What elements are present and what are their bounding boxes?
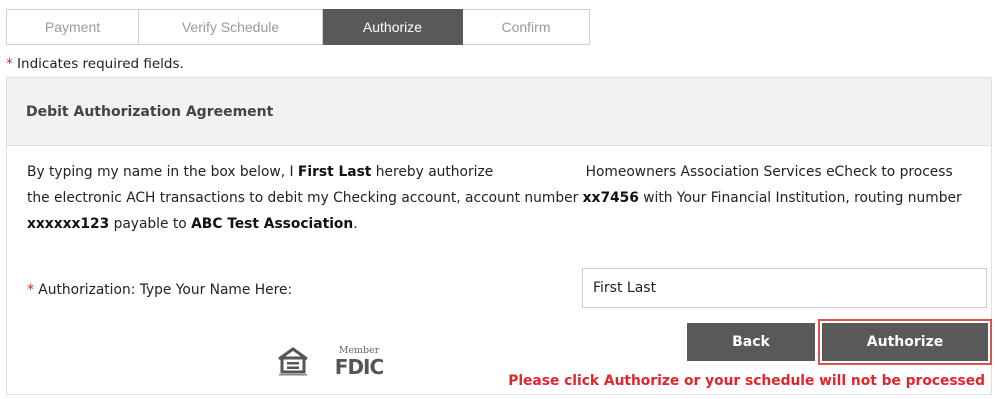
tab-authorize[interactable]: Authorize [323,9,463,45]
agreement-account: xx7456 [582,190,639,206]
agreement-part: payable to [109,216,192,232]
agreement-name: First Last [297,164,372,180]
tab-payment[interactable]: Payment [6,9,139,45]
back-button[interactable]: Back [687,323,815,361]
required-note-text: Indicates required fields. [12,56,184,72]
fdic-logo: Member FDIC [333,346,385,379]
panel-title: Debit Authorization Agreement [7,78,991,146]
authorize-button[interactable]: Authorize [822,323,988,361]
authorize-button-highlight: Authorize [818,319,992,365]
agreement-payee: ABC Test Association [191,216,354,232]
equal-housing-lender-icon [278,347,308,376]
required-fields-note: * Indicates required fields. [6,56,184,72]
agreement-company: Homeowners Association Services [585,164,822,180]
authorization-panel: Debit Authorization Agreement By typing … [6,77,992,395]
authorize-warning: Please click Authorize or your schedule … [508,373,985,389]
authorization-label: * Authorization: Type Your Name Here: [27,282,292,298]
agreement-part: with Your Financial Institution, routing… [638,190,962,206]
required-star: * [27,282,34,298]
required-star: * [6,56,13,72]
fdic-text: FDIC [334,355,384,379]
tab-verify-schedule[interactable]: Verify Schedule [139,9,323,45]
agreement-text: By typing my name in the box below, I Fi… [27,159,967,237]
step-tabs: Payment Verify Schedule Authorize Confir… [6,9,590,45]
authorization-name-input[interactable] [582,268,987,308]
agreement-routing: xxxxxx123 [27,216,110,232]
agreement-part: hereby authorize [371,164,498,180]
tab-confirm[interactable]: Confirm [463,9,590,45]
agreement-part: By typing my name in the box below, I [27,164,298,180]
authorization-label-text: Authorization: Type Your Name Here: [33,282,293,298]
agreement-part: . [353,216,358,232]
